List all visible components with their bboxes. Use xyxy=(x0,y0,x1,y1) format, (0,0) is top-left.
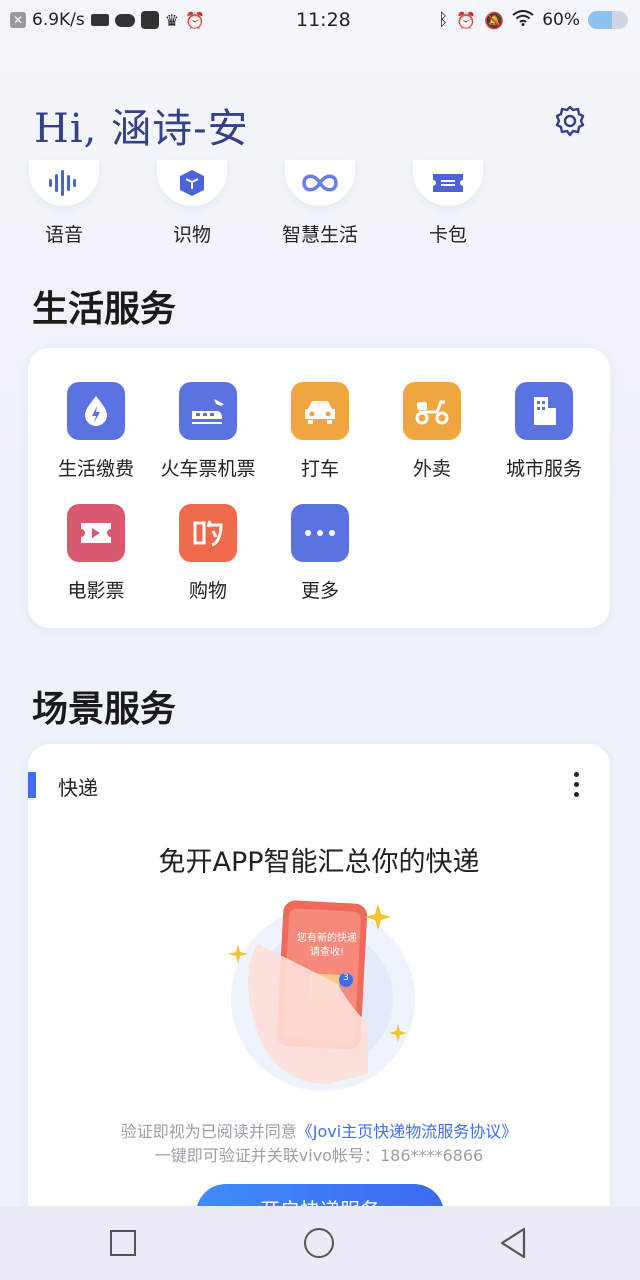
wifi-icon xyxy=(512,10,534,30)
crown-icon: ♛ xyxy=(164,10,180,30)
kebab-dot xyxy=(574,772,579,777)
quick-label: 识物 xyxy=(172,224,211,246)
water-bolt-icon xyxy=(67,382,125,440)
back-triangle-icon xyxy=(500,1227,526,1259)
camera-icon xyxy=(90,14,109,26)
service-shopping[interactable]: 购物 xyxy=(152,504,264,603)
service-label: 城市服务 xyxy=(505,458,582,480)
quick-item-identify[interactable]: 识物 xyxy=(132,160,252,247)
service-utility-bill[interactable]: 生活缴费 xyxy=(40,382,152,481)
service-label: 外卖 xyxy=(412,458,451,480)
phone-badge: 3 xyxy=(343,973,349,983)
more-dots-icon xyxy=(291,504,349,562)
life-services-card: 生活缴费 火车票机票 打车 外卖 城市服务 电影票 购物 更多 xyxy=(28,348,610,628)
status-bar: ✕ 6.9K/s ♛ ⏰ 11:28 ᛒ ⏰ 🔕 60% xyxy=(0,0,640,42)
service-taxi[interactable]: 打车 xyxy=(264,382,376,481)
building-icon xyxy=(515,382,573,440)
alarm-icon: ⏰ xyxy=(456,10,477,30)
service-label: 电影票 xyxy=(67,580,125,602)
service-takeout[interactable]: 外卖 xyxy=(376,382,488,481)
express-card: 快递 免开APP智能汇总你的快递 您有新的快递请查收! 3 验证即视为已阅读并同… xyxy=(28,744,610,1214)
train-plane-icon xyxy=(179,382,237,440)
battery-text: 60% xyxy=(542,10,580,30)
service-more[interactable]: 更多 xyxy=(264,504,376,603)
quick-label: 卡包 xyxy=(428,224,467,246)
app-icon xyxy=(140,11,159,29)
quick-item-smart-life[interactable]: 智慧生活 xyxy=(260,160,380,247)
express-promo-text: 免开APP智能汇总你的快递 xyxy=(158,847,480,878)
service-label: 打车 xyxy=(300,458,339,480)
infinity-icon xyxy=(285,160,355,206)
battery-level xyxy=(588,11,612,29)
service-label: 火车票机票 xyxy=(160,458,256,480)
ticket-icon xyxy=(413,160,483,206)
quick-item-voice[interactable]: 语音 xyxy=(4,160,124,247)
settings-button[interactable] xyxy=(552,104,588,140)
status-left: ✕ 6.9K/s ♛ ⏰ xyxy=(10,10,205,30)
service-train-plane[interactable]: 火车票机票 xyxy=(152,382,264,481)
status-right: ᛒ ⏰ 🔕 60% xyxy=(438,10,628,30)
mute-bell-icon: 🔕 xyxy=(484,10,505,30)
quick-item-card-wallet[interactable]: 卡包 xyxy=(388,160,508,247)
header: Hi, 涵诗-安 xyxy=(34,96,249,154)
cloud-icon xyxy=(114,13,135,27)
life-services-title: 生活服务 xyxy=(32,289,177,330)
service-label: 更多 xyxy=(300,580,339,602)
kebab-dot xyxy=(574,782,579,787)
agreement-prefix: 验证即视为已阅读并同意 xyxy=(120,1122,297,1141)
quick-label: 智慧生活 xyxy=(281,224,358,246)
accent-bar xyxy=(28,772,36,798)
shopping-icon xyxy=(179,504,237,562)
more-options-button[interactable] xyxy=(574,772,580,802)
scene-services-title: 场景服务 xyxy=(32,689,177,730)
agreement-line2: 一键即可验证并关联vivo帐号：186****6866 xyxy=(154,1146,484,1165)
alarm-icon: ⏰ xyxy=(185,10,206,30)
battery-icon xyxy=(588,11,628,29)
agreement-text: 验证即视为已阅读并同意《Jovi主页快递物流服务协议》 一键即可验证并关联viv… xyxy=(28,1120,610,1168)
service-label: 购物 xyxy=(188,580,227,602)
movie-ticket-icon xyxy=(67,504,125,562)
express-title: 快递 xyxy=(58,776,98,800)
service-city[interactable]: 城市服务 xyxy=(488,382,600,481)
recent-apps-button[interactable] xyxy=(110,1230,136,1256)
status-time: 11:28 xyxy=(296,9,351,31)
bluetooth-icon: ᛒ xyxy=(438,10,449,30)
phone-notice-text: 您有新的快递请查收! xyxy=(297,933,357,958)
back-button[interactable] xyxy=(498,1226,528,1264)
cube-icon xyxy=(157,160,227,206)
notification-x-icon: ✕ xyxy=(10,12,26,28)
quick-label: 语音 xyxy=(44,224,83,246)
greeting-title: Hi, 涵诗-安 xyxy=(34,106,249,152)
kebab-dot xyxy=(574,792,579,797)
voice-wave-icon xyxy=(29,160,99,206)
network-speed: 6.9K/s xyxy=(32,10,85,30)
home-button[interactable] xyxy=(304,1228,334,1258)
quick-actions: 语音 识物 智慧生活 卡包 xyxy=(0,160,640,250)
agreement-link[interactable]: 《Jovi主页快递物流服务协议》 xyxy=(297,1122,517,1141)
gear-icon xyxy=(555,105,585,137)
express-illustration: 您有新的快递请查收! 3 xyxy=(218,884,428,1094)
car-icon xyxy=(291,382,349,440)
scooter-icon xyxy=(403,382,461,440)
service-movie-ticket[interactable]: 电影票 xyxy=(40,504,152,603)
system-nav-bar xyxy=(0,1206,640,1280)
service-label: 生活缴费 xyxy=(57,458,134,480)
